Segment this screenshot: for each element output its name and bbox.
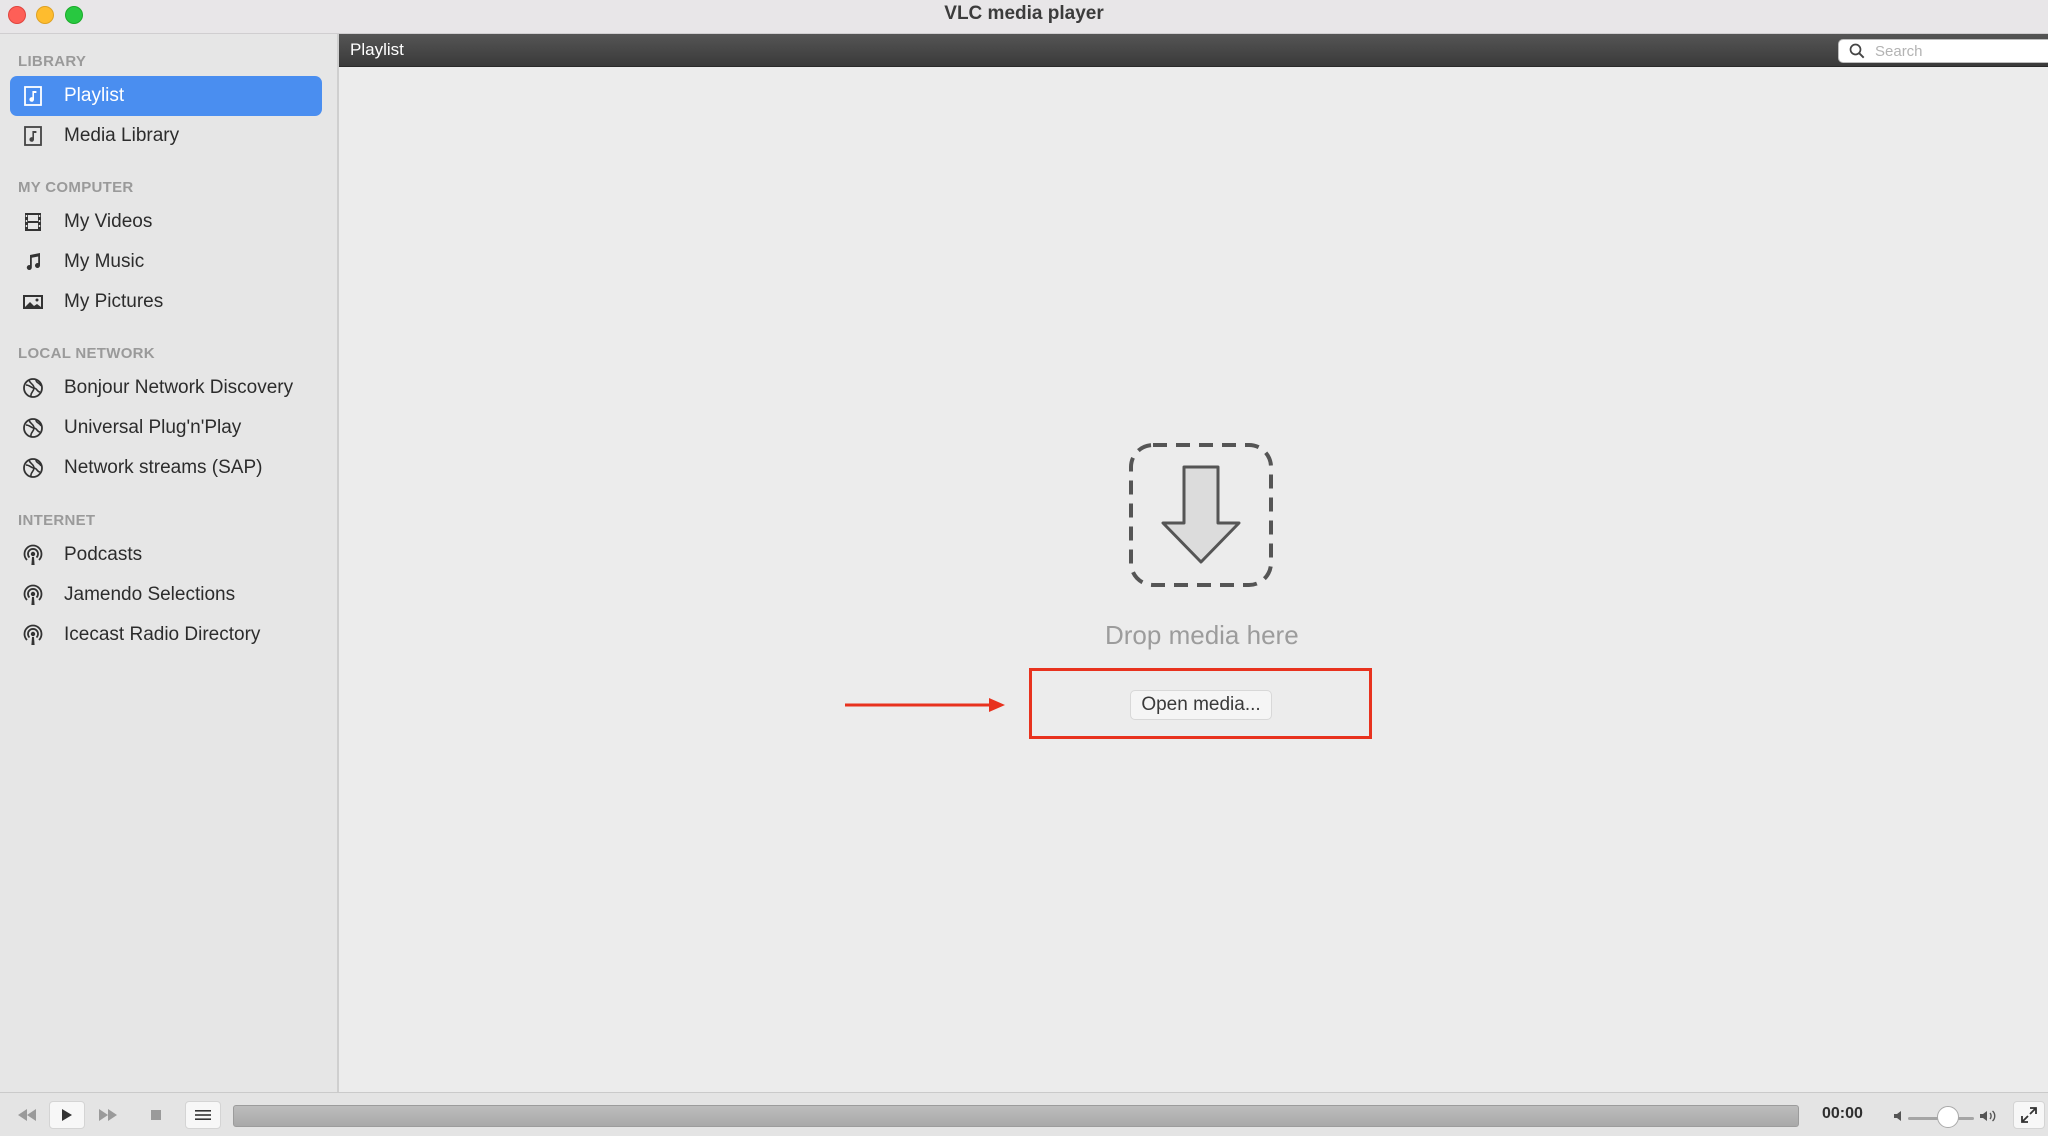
sidebar-item-label: Icecast Radio Directory (64, 624, 261, 645)
sidebar-item-my-videos[interactable]: My Videos (10, 202, 322, 242)
podcast-icon (21, 623, 45, 647)
sidebar-item-bonjour[interactable]: Bonjour Network Discovery (10, 368, 322, 408)
volume-knob[interactable] (1936, 1106, 1959, 1128)
sidebar-item-label: Network streams (SAP) (64, 457, 263, 478)
stop-button[interactable] (139, 1101, 173, 1129)
fast-forward-button[interactable] (88, 1101, 128, 1129)
sidebar-item-my-pictures[interactable]: My Pictures (10, 282, 322, 322)
podcast-icon (21, 583, 45, 607)
fullscreen-button[interactable] (2013, 1101, 2045, 1129)
search-input[interactable] (1875, 42, 2045, 60)
annotation-arrow-icon (845, 698, 1005, 712)
fast-forward-icon (99, 1109, 117, 1121)
network-icon (21, 376, 45, 400)
sidebar-item-jamendo[interactable]: Jamendo Selections (10, 575, 322, 615)
section-header-my-computer: MY COMPUTER (18, 179, 134, 196)
title-bar: VLC media player (0, 0, 2048, 34)
sidebar-item-icecast[interactable]: Icecast Radio Directory (10, 615, 322, 655)
playlist-header-bar: Playlist (339, 34, 2048, 67)
drop-download-icon (1129, 443, 1273, 587)
sidebar-item-my-music[interactable]: My Music (10, 242, 322, 282)
sidebar: LIBRARY Playlist Media Library MY COMPUT… (0, 34, 339, 1092)
volume-high-icon (1980, 1110, 1996, 1122)
rewind-icon (18, 1109, 36, 1121)
sidebar-item-playlist[interactable]: Playlist (10, 76, 322, 116)
sidebar-item-label: My Music (64, 251, 145, 272)
play-button[interactable] (49, 1101, 85, 1129)
list-icon (195, 1110, 211, 1120)
sidebar-item-podcasts[interactable]: Podcasts (10, 535, 322, 575)
play-icon (62, 1109, 72, 1121)
section-header-library: LIBRARY (18, 53, 87, 70)
section-header-internet: INTERNET (18, 512, 96, 529)
podcast-icon (21, 543, 45, 567)
media-library-icon (21, 124, 45, 148)
search-field[interactable] (1838, 39, 2048, 63)
sidebar-item-label: Media Library (64, 125, 180, 146)
sidebar-item-label: My Pictures (64, 291, 164, 312)
sidebar-item-label: Jamendo Selections (64, 584, 236, 605)
open-media-button[interactable]: Open media... (1130, 690, 1272, 720)
network-icon (21, 456, 45, 480)
sidebar-item-media-library[interactable]: Media Library (10, 116, 322, 156)
sidebar-item-network-streams[interactable]: Network streams (SAP) (10, 448, 322, 488)
network-icon (21, 416, 45, 440)
control-bar: 00:00 (0, 1092, 2048, 1136)
sidebar-item-label: Podcasts (64, 544, 143, 565)
window-title: VLC media player (944, 3, 1104, 24)
search-icon (1849, 43, 1865, 59)
playlist-title: Playlist (350, 40, 404, 59)
film-icon (21, 210, 45, 234)
fullscreen-icon (2021, 1107, 2037, 1123)
picture-icon (21, 290, 45, 314)
sidebar-item-label: Playlist (64, 85, 125, 106)
section-header-local-network: LOCAL NETWORK (18, 345, 155, 362)
music-note-icon (21, 250, 45, 274)
rewind-button[interactable] (8, 1101, 46, 1129)
timeline-scrubber[interactable] (233, 1105, 1799, 1127)
playlist-toggle-button[interactable] (185, 1101, 221, 1129)
playlist-icon (21, 84, 45, 108)
sidebar-item-label: My Videos (64, 211, 153, 232)
volume-low-icon (1894, 1111, 1901, 1121)
sidebar-item-upnp[interactable]: Universal Plug'n'Play (10, 408, 322, 448)
sidebar-item-label: Bonjour Network Discovery (64, 377, 294, 398)
stop-icon (151, 1110, 161, 1120)
time-display: 00:00 (1822, 1105, 1863, 1122)
sidebar-item-label: Universal Plug'n'Play (64, 417, 242, 438)
